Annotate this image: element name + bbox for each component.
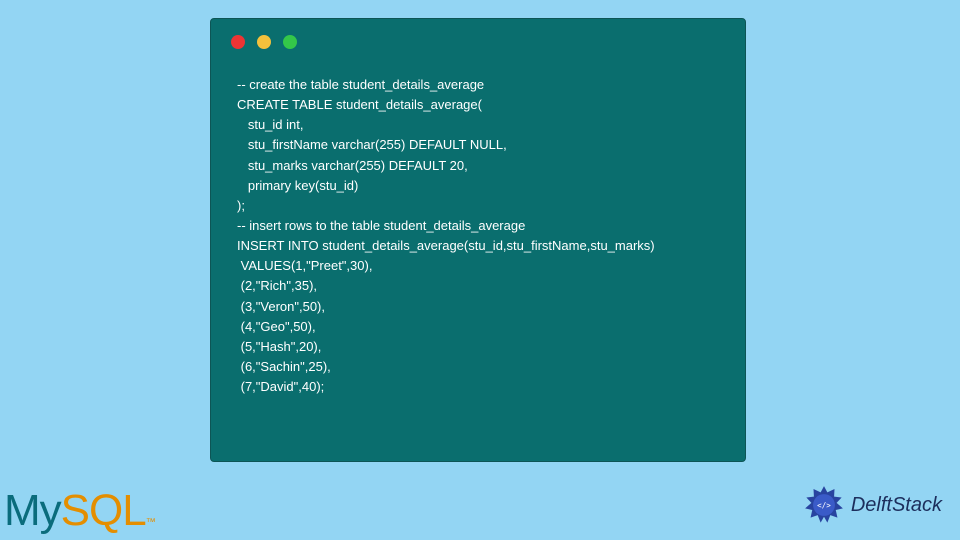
code-line: -- create the table student_details_aver… [237,77,484,92]
mysql-logo-my: My [4,486,61,535]
code-line: VALUES(1,"Preet",30), [237,258,372,273]
maximize-dot-icon [283,35,297,49]
code-line: primary key(stu_id) [237,178,358,193]
code-content: -- create the table student_details_aver… [211,57,745,417]
code-line: (3,"Veron",50), [237,299,325,314]
code-line: (2,"Rich",35), [237,278,317,293]
minimize-dot-icon [257,35,271,49]
code-line: (4,"Geo",50), [237,319,316,334]
code-line: stu_id int, [237,117,303,132]
code-line: (5,"Hash",20), [237,339,321,354]
svg-text:</>: </> [817,501,831,510]
code-line: INSERT INTO student_details_average(stu_… [237,238,655,253]
code-line: -- insert rows to the table student_deta… [237,218,525,233]
mysql-logo-sql: SQL [61,486,146,535]
mysql-logo: MySQL™ [4,486,156,536]
close-dot-icon [231,35,245,49]
code-line: stu_marks varchar(255) DEFAULT 20, [237,158,468,173]
code-line: ); [237,198,245,213]
code-line: (6,"Sachin",25), [237,359,331,374]
code-window: -- create the table student_details_aver… [210,18,746,462]
delftstack-logo-text: DelftStack [851,494,942,517]
code-line: (7,"David",40); [237,379,324,394]
delftstack-logo: </> DelftStack [803,484,942,526]
mysql-logo-tm: ™ [146,517,156,528]
window-controls [211,19,745,57]
code-line: CREATE TABLE student_details_average( [237,97,482,112]
code-line: stu_firstName varchar(255) DEFAULT NULL, [237,137,507,152]
delftstack-gear-icon: </> [803,484,845,526]
